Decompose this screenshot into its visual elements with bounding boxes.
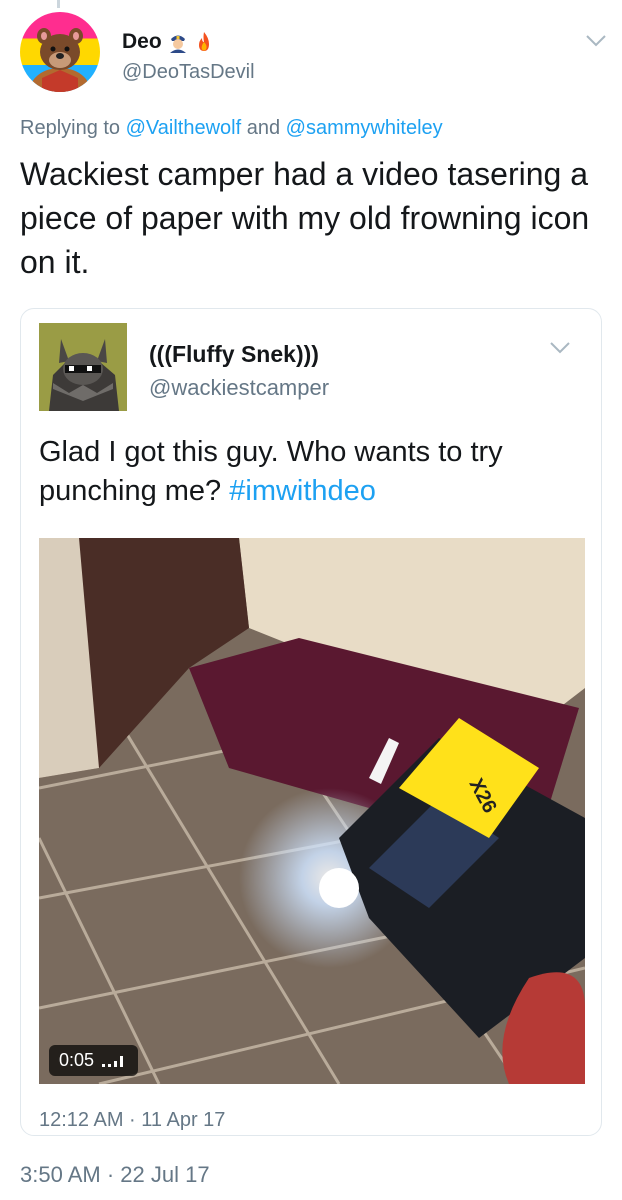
author-handle[interactable]: @DeoTasDevil	[122, 61, 255, 84]
hashtag-link[interactable]: #imwithdeo	[229, 475, 376, 507]
quoted-chevron-down-icon[interactable]	[549, 341, 571, 355]
reply-mention-link-2[interactable]: @sammywhiteley	[286, 117, 443, 139]
tweet-text: Wackiest camper had a video tasering a p…	[20, 156, 590, 280]
quoted-author-handle[interactable]: @wackiestcamper	[149, 375, 329, 401]
video-frame-image: X26	[39, 538, 585, 1084]
video-thumbnail[interactable]: X26 0:05	[39, 538, 585, 1084]
reply-mention-link-1[interactable]: @Vailthewolf	[126, 117, 242, 139]
quoted-tweet-card[interactable]: (((Fluffy Snek))) @wackiestcamper Glad I…	[20, 308, 602, 1136]
signal-bars-icon	[102, 1055, 124, 1067]
video-duration-badge: 0:05	[49, 1045, 139, 1076]
author-avatar[interactable]	[20, 12, 100, 92]
chevron-down-icon[interactable]	[585, 34, 607, 48]
reply-prefix: Replying to	[20, 117, 121, 139]
police-officer-icon	[169, 35, 186, 53]
reply-joiner: and	[246, 117, 281, 139]
fire-icon	[198, 32, 209, 51]
reply-context: Replying to @Vailthewolf and @sammywhite…	[20, 117, 443, 140]
quoted-author-avatar[interactable]	[39, 323, 127, 411]
quoted-tweet-text: Glad I got this guy. Who wants to try pu…	[39, 433, 579, 511]
video-duration: 0:05	[59, 1050, 95, 1070]
quoted-author-name[interactable]: (((Fluffy Snek)))	[149, 341, 319, 368]
tweet-timestamp[interactable]: 3:50 AM · 22 Jul 17	[20, 1162, 210, 1188]
quoted-timestamp[interactable]: 12:12 AM · 11 Apr 17	[39, 1109, 225, 1132]
thread-connector-line	[57, 0, 60, 8]
author-name[interactable]: Deo	[122, 30, 162, 54]
author-name-row[interactable]: Deo	[122, 30, 214, 54]
